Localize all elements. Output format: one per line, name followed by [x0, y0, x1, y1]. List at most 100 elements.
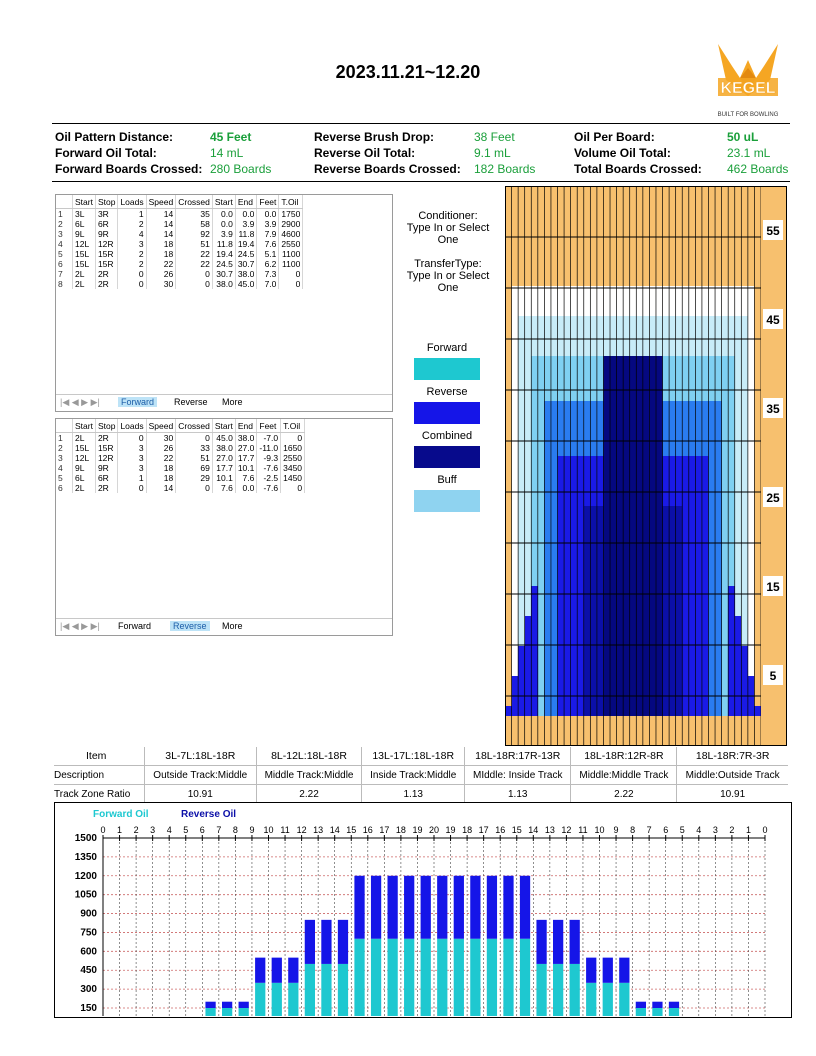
table-cell[interactable]: 7.6 [256, 239, 280, 249]
table-cell[interactable]: 0.0 [235, 483, 258, 493]
table-cell[interactable]: 18 [146, 473, 177, 483]
conditioner-field[interactable]: Conditioner: Type In or Select One [388, 210, 508, 246]
table-cell[interactable]: 17.7 [235, 453, 258, 463]
table-cell[interactable]: 0 [280, 432, 306, 443]
table-row[interactable]: 7 2L 2R 0 26 0 30.7 38.0 7.3 0 [56, 269, 304, 279]
table-row[interactable]: 8 2L 2R 0 30 0 38.0 45.0 7.0 0 [56, 279, 304, 289]
table-cell[interactable]: 38.0 [212, 279, 236, 289]
table-cell[interactable]: 6L [72, 473, 96, 483]
table-cell[interactable]: 33 [175, 443, 213, 453]
table-cell[interactable]: 22 [175, 259, 213, 269]
table-cell[interactable]: 2R [95, 279, 119, 289]
table-cell[interactable]: 18 [146, 249, 177, 259]
tab-forward[interactable]: Forward [118, 621, 151, 631]
table-cell[interactable]: 51 [175, 239, 213, 249]
table-cell[interactable]: 0 [175, 269, 213, 279]
tab-forward[interactable]: Forward [118, 397, 158, 407]
table-cell[interactable]: 9L [72, 229, 96, 239]
table-cell[interactable]: 9R [95, 229, 119, 239]
table-cell[interactable]: 22 [146, 453, 177, 463]
table-cell[interactable]: -7.0 [256, 432, 282, 443]
table-cell[interactable]: 30 [146, 432, 177, 443]
table-cell[interactable]: 0 [175, 483, 213, 493]
table-cell[interactable]: 2 [56, 443, 73, 453]
table-cell[interactable]: 69 [175, 463, 213, 473]
table-cell[interactable]: 2R [95, 269, 119, 279]
table-row[interactable]: 5 6L 6R 1 18 29 10.1 7.6 -2.5 1450 [56, 473, 306, 483]
table-cell[interactable]: 38.0 [235, 432, 258, 443]
table-row[interactable]: 4 12L 12R 3 18 51 11.8 19.4 7.6 2550 [56, 239, 304, 249]
table-cell[interactable]: 3R [95, 208, 119, 219]
table-cell[interactable]: 7 [56, 269, 73, 279]
table-cell[interactable]: 9L [72, 463, 96, 473]
table-cell[interactable]: 3.9 [212, 229, 236, 239]
table-cell[interactable]: -11.0 [256, 443, 282, 453]
table-cell[interactable]: 27.0 [235, 443, 258, 453]
table-cell[interactable]: 14 [146, 229, 177, 239]
table-cell[interactable]: 2R [95, 483, 119, 493]
table-cell[interactable]: 9R [95, 463, 119, 473]
table-cell[interactable]: 19.4 [212, 249, 236, 259]
table-cell[interactable]: 12L [72, 239, 96, 249]
table-cell[interactable]: 22 [175, 249, 213, 259]
table-row[interactable]: 1 2L 2R 0 30 0 45.0 38.0 -7.0 0 [56, 432, 306, 443]
table-cell[interactable]: -7.6 [256, 463, 282, 473]
table-cell[interactable]: 0 [117, 432, 147, 443]
table-cell[interactable]: 15L [72, 443, 96, 453]
table-cell[interactable]: 30.7 [212, 269, 236, 279]
table-cell[interactable]: 0.0 [212, 208, 236, 219]
table-cell[interactable]: 2 [117, 219, 147, 229]
table-cell[interactable]: 2 [56, 219, 73, 229]
sheet-nav-arrows-icon[interactable]: |◀ ◀ ▶ ▶| [60, 397, 100, 408]
table-cell[interactable]: 2L [72, 483, 96, 493]
table-cell[interactable]: 1 [117, 208, 147, 219]
table-cell[interactable]: 0.0 [235, 208, 258, 219]
table-cell[interactable]: 3 [117, 463, 147, 473]
table-cell[interactable]: 58 [175, 219, 213, 229]
table-cell[interactable]: -7.6 [256, 483, 282, 493]
table-cell[interactable]: 18 [146, 463, 177, 473]
table-cell[interactable]: 10.1 [235, 463, 258, 473]
table-cell[interactable]: 3 [117, 239, 147, 249]
table-cell[interactable]: 0 [278, 269, 304, 279]
table-cell[interactable]: 29 [175, 473, 213, 483]
table-cell[interactable]: 0 [117, 269, 147, 279]
table-cell[interactable]: 4 [117, 229, 147, 239]
table-cell[interactable]: 18 [146, 239, 177, 249]
table-cell[interactable]: 4 [56, 463, 73, 473]
table-cell[interactable]: 2550 [280, 453, 306, 463]
table-cell[interactable]: 7.3 [256, 269, 280, 279]
table-cell[interactable]: 26 [146, 443, 177, 453]
table-cell[interactable]: 2L [72, 432, 96, 443]
table-cell[interactable]: 8 [56, 279, 73, 289]
table-cell[interactable]: 45.0 [212, 432, 236, 443]
table-cell[interactable]: 1650 [280, 443, 306, 453]
table-cell[interactable]: 2550 [278, 239, 304, 249]
table-cell[interactable]: 0.0 [212, 219, 236, 229]
table-cell[interactable]: 0 [117, 483, 147, 493]
table-cell[interactable]: 3 [56, 229, 73, 239]
table-cell[interactable]: 3L [72, 208, 96, 219]
table-cell[interactable]: 10.1 [212, 473, 236, 483]
table-cell[interactable]: 0 [278, 279, 304, 289]
table-cell[interactable]: 15R [95, 259, 119, 269]
table-cell[interactable]: 1100 [278, 259, 304, 269]
table-cell[interactable]: 7.0 [256, 279, 280, 289]
table-cell[interactable]: -9.3 [256, 453, 282, 463]
table-cell[interactable]: 3.9 [256, 219, 280, 229]
table-cell[interactable]: 4 [56, 239, 73, 249]
table-cell[interactable]: 4600 [278, 229, 304, 239]
table-cell[interactable]: 2 [117, 259, 147, 269]
table-cell[interactable]: 38.0 [235, 269, 258, 279]
table-cell[interactable]: 2L [72, 269, 96, 279]
tab-reverse[interactable]: Reverse [170, 621, 210, 631]
table-cell[interactable]: 6R [95, 219, 119, 229]
table-cell[interactable]: 3450 [280, 463, 306, 473]
table-cell[interactable]: 2R [95, 432, 119, 443]
table-cell[interactable]: 15L [72, 249, 96, 259]
table-cell[interactable]: 0 [175, 432, 213, 443]
table-cell[interactable]: 19.4 [235, 239, 258, 249]
table-row[interactable]: 6 2L 2R 0 14 0 7.6 0.0 -7.6 0 [56, 483, 306, 493]
transfer-type-field[interactable]: TransferType: Type In or Select One [388, 258, 508, 294]
table-cell[interactable]: 38.0 [212, 443, 236, 453]
